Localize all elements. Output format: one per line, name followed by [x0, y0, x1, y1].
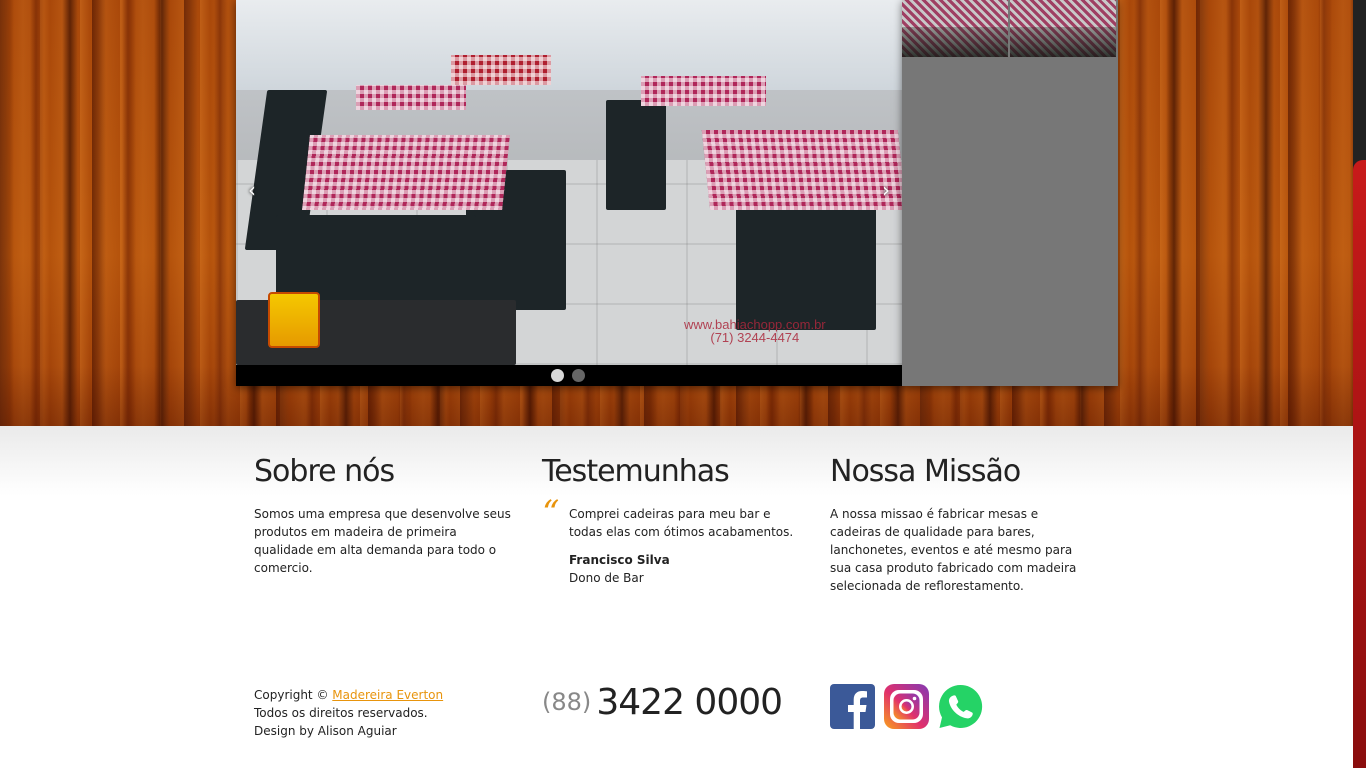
rights-text: Todos os direitos reservados. [254, 706, 428, 720]
about-text: Somos uma empresa que desenvolve seus pr… [254, 507, 511, 575]
phone-digits: 3422 0000 [596, 682, 783, 723]
instagram-icon[interactable] [884, 684, 929, 729]
about-column: Sobre nós Somos uma empresa que desenvol… [254, 454, 516, 577]
thumbnail-1[interactable] [902, 0, 1008, 57]
page-scrollbar[interactable] [1353, 0, 1366, 768]
slider-pager-bar [236, 365, 902, 386]
bar-logo [268, 292, 320, 348]
facebook-icon[interactable] [830, 684, 875, 729]
mission-text: A nossa missao é fabricar mesas e cadeir… [830, 507, 1077, 593]
phone-number: (88) 3422 0000 [542, 682, 783, 723]
slider-prev-arrow[interactable]: ‹ [248, 178, 256, 202]
testimonial-quote: Comprei cadeiras para meu bar e todas el… [569, 507, 794, 539]
slider-dot-2[interactable] [572, 369, 585, 382]
thumbnail-2[interactable] [1010, 0, 1116, 57]
testimonial-author: Francisco Silva [569, 553, 670, 567]
mission-title: Nossa Missão [830, 454, 1021, 489]
image-slider: www.bahiachopp.com.br (71) 3244-4474 ‹ › [236, 0, 902, 386]
thumbnail-panel [902, 0, 1118, 386]
scrollbar-thumb[interactable] [1353, 160, 1366, 768]
company-link[interactable]: Madereira Everton [332, 688, 443, 702]
whatsapp-icon[interactable] [938, 684, 983, 729]
phone-area-code: (88) [542, 688, 592, 716]
footer-copyright: Copyright © Madereira Everton Todos os d… [254, 688, 444, 738]
quote-icon: “ [542, 493, 560, 533]
testimonials-column: Testemunhas “ Comprei cadeiras para meu … [542, 454, 804, 587]
about-title: Sobre nós [254, 454, 395, 489]
design-credit: Design by Alison Aguiar [254, 724, 397, 738]
testimonial-role: Dono de Bar [569, 571, 644, 585]
mission-column: Nossa Missão A nossa missao é fabricar m… [830, 454, 1092, 595]
slider-dot-1[interactable] [551, 369, 564, 382]
testimonials-title: Testemunhas [542, 454, 730, 489]
slide-photo: www.bahiachopp.com.br (71) 3244-4474 [236, 0, 902, 365]
photo-watermark: www.bahiachopp.com.br (71) 3244-4474 [684, 317, 826, 345]
slider-next-arrow[interactable]: › [882, 178, 890, 202]
